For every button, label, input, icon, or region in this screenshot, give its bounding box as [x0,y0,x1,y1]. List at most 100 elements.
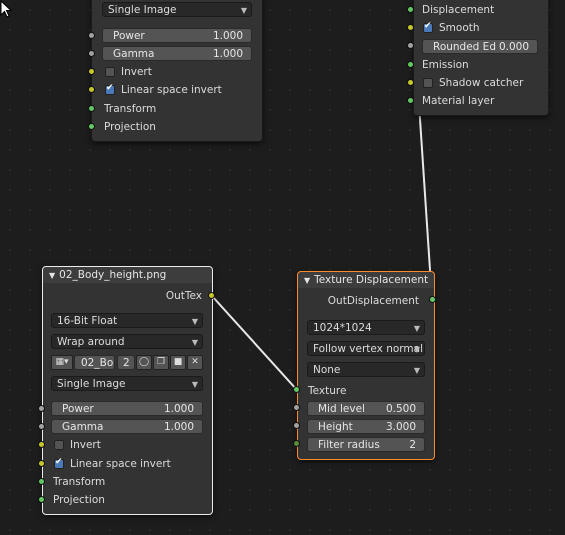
height-value: 3.000 [385,421,416,433]
close-icon[interactable]: ✕ [187,355,203,370]
linear-invert-label: Linear space invert [70,458,171,470]
emission-socket-label: Emission [422,59,469,71]
texture-displacement-node[interactable]: ▼ Texture Displacement OutDisplacement 10… [297,271,435,460]
open-folder-icon[interactable]: ■ [170,355,186,370]
power-socket[interactable] [88,32,95,39]
displacement-mode-dropdown[interactable]: Follow vertex normal ▼ [307,341,425,356]
wrap-dropdown[interactable]: Wrap around ▼ [51,334,203,349]
projection-dropdown-value: Single Image [108,4,177,16]
gamma-value: 1.000 [163,421,194,433]
node-header[interactable]: ▼ Texture Displacement [298,272,434,288]
resolution-dropdown[interactable]: 1024*1024 ▼ [307,320,425,335]
collapse-triangle-icon[interactable]: ▼ [49,268,55,283]
outtex-socket-label: OutTex [165,290,202,302]
transform-socket[interactable] [38,478,45,485]
projection-socket-label: Projection [53,494,105,506]
image-name-field[interactable]: 02_Bo [74,355,115,370]
smooth-checkbox[interactable] [423,21,433,33]
image-texture-node-top[interactable]: Single Image ▼ Power 1.000 Gamma 1.000 I… [91,0,263,142]
chevron-down-icon: ▼ [191,338,198,347]
linear-invert-label: Linear space invert [121,84,222,96]
power-label: Power [113,30,145,42]
power-value: 1.000 [163,403,194,415]
collapse-triangle-icon[interactable]: ▼ [304,273,310,288]
texture-socket-label: Texture [308,385,347,397]
image-browse-icon[interactable]: ▦▾ [51,355,73,370]
height-label: Height [318,421,353,433]
bit-depth-dropdown[interactable]: 16-Bit Float ▼ [51,313,203,328]
projection-socket[interactable] [88,123,95,130]
shadow-catcher-checkbox[interactable] [423,78,433,88]
image-texture-node[interactable]: ▼ 02_Body_height.png OutTex 16-Bit Float … [42,266,213,515]
duplicate-icon[interactable]: ❐ [153,355,169,370]
invert-checkbox[interactable] [105,67,115,77]
gamma-field[interactable]: Gamma 1.000 [102,46,252,61]
power-field[interactable]: Power 1.000 [102,28,252,43]
resolution-value: 1024*1024 [313,322,372,334]
displacement-socket-label: Displacement [422,4,495,16]
chevron-down-icon: ▼ [413,366,420,375]
transform-socket[interactable] [88,105,95,112]
displacement-input-socket[interactable] [407,6,414,13]
gamma-label: Gamma [62,421,104,433]
filter-radius-field[interactable]: Filter radius 2 [307,437,425,452]
power-socket[interactable] [38,405,45,412]
power-value: 1.000 [212,30,243,42]
displacement-mode-value: Follow vertex normal [313,343,423,355]
transform-socket-label: Transform [53,476,106,488]
outtex-output-socket[interactable] [208,292,215,299]
invert-socket[interactable] [88,68,95,75]
rounded-edges-socket[interactable] [407,42,414,49]
smooth-socket[interactable] [407,24,414,31]
linear-invert-socket[interactable] [38,460,45,467]
rounded-edges-value: 0.000 [498,41,529,53]
height-socket[interactable] [293,422,300,429]
material-node[interactable]: Displacement Smooth Rounded Ed 0.000 Emi… [413,0,549,116]
gamma-field[interactable]: Gamma 1.000 [51,419,203,434]
linear-invert-socket[interactable] [88,86,95,93]
gamma-socket[interactable] [38,423,45,430]
gamma-value: 1.000 [212,48,243,60]
filter-radius-value: 2 [409,439,416,451]
shadow-catcher-label: Shadow catcher [439,77,524,89]
projection-mode-value: Single Image [57,378,126,390]
invert-checkbox[interactable] [54,440,64,450]
node-title: 02_Body_height.png [59,269,167,281]
filter-radius-socket[interactable] [293,440,300,447]
projection-mode-dropdown[interactable]: Single Image ▼ [51,376,203,391]
texture-input-socket[interactable] [293,386,300,393]
node-header[interactable]: ▼ 02_Body_height.png [43,267,212,283]
link-outtex-to-texture [211,295,298,391]
image-name-value: 02_Bo [81,357,114,369]
node-title: Texture Displacement [314,274,429,286]
projection-socket-label: Projection [104,121,156,133]
filter-dropdown[interactable]: None ▼ [307,362,425,377]
mouse-cursor-icon [0,0,13,18]
chevron-down-icon: ▼ [413,324,420,333]
mid-level-value: 0.500 [385,403,416,415]
chevron-down-icon: ▼ [191,317,198,326]
image-users-count[interactable]: 2 [117,355,135,370]
linear-invert-checkbox[interactable] [105,83,115,95]
power-field[interactable]: Power 1.000 [51,401,203,416]
linear-invert-checkbox[interactable] [54,457,64,469]
mid-level-socket[interactable] [293,404,300,411]
outdisplacement-output-socket[interactable] [429,296,436,303]
shadow-catcher-socket[interactable] [407,79,414,86]
chevron-down-icon: ▼ [240,6,247,15]
fake-user-shield-icon[interactable]: ◯ [136,355,152,370]
height-field[interactable]: Height 3.000 [307,419,425,434]
emission-socket[interactable] [407,61,414,68]
material-layer-socket[interactable] [407,97,414,104]
gamma-label: Gamma [113,48,155,60]
invert-socket[interactable] [38,441,45,448]
outdisplacement-socket-label: OutDisplacement [327,295,419,307]
gamma-socket[interactable] [88,50,95,57]
power-label: Power [62,403,94,415]
projection-socket[interactable] [38,496,45,503]
rounded-edges-field[interactable]: Rounded Ed 0.000 [422,39,538,54]
filter-radius-label: Filter radius [318,439,380,451]
image-users-value: 2 [123,357,130,369]
projection-dropdown[interactable]: Single Image ▼ [102,2,252,17]
mid-level-field[interactable]: Mid level 0.500 [307,401,425,416]
